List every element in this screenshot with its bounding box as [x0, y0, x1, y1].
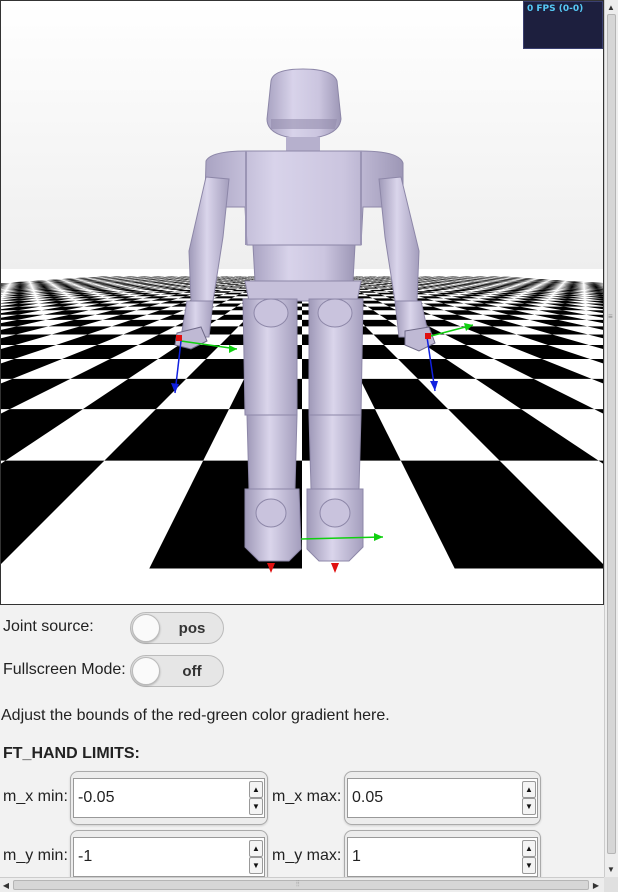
grip-icon: ≡: [608, 312, 613, 321]
horizontal-scrollbar[interactable]: ◀ ⦙⦙ ▶: [0, 877, 604, 892]
up-arrow-icon[interactable]: ▲: [522, 781, 536, 798]
down-arrow-icon[interactable]: ▼: [249, 798, 263, 815]
fullscreen-mode-label: Fullscreen Mode:: [3, 661, 126, 678]
mx-max-stepper: ▲ ▼: [522, 781, 536, 815]
mx-max-spinbox: ▲ ▼: [344, 771, 541, 825]
joint-source-value: pos: [178, 619, 206, 637]
my-min-stepper: ▲ ▼: [249, 840, 263, 874]
right-arrow-icon[interactable]: ▶: [590, 879, 602, 891]
mx-min-label: m_x min:: [3, 788, 68, 805]
up-arrow-icon[interactable]: ▲: [249, 840, 263, 857]
up-arrow-icon[interactable]: ▲: [249, 781, 263, 798]
my-max-label: m_y max:: [272, 847, 342, 864]
toggle-knob: [132, 657, 160, 685]
grip-icon: ⦙⦙: [296, 879, 300, 888]
ft-hand-limits-title: FT_HAND LIMITS:: [3, 745, 140, 762]
down-arrow-icon[interactable]: ▼: [605, 863, 617, 875]
vertical-scrollbar[interactable]: ▲ ≡ ▼: [604, 0, 618, 877]
mx-max-label: m_x max:: [272, 788, 342, 805]
fullscreen-mode-toggle[interactable]: off: [130, 655, 224, 687]
mx-max-input[interactable]: [352, 779, 519, 817]
fullscreen-mode-value: off: [182, 662, 202, 680]
down-arrow-icon[interactable]: ▼: [249, 857, 263, 874]
left-arrow-icon[interactable]: ◀: [0, 879, 12, 891]
mx-min-stepper: ▲ ▼: [249, 781, 263, 815]
fps-readout: 0 FPS (0-0): [527, 4, 584, 14]
down-arrow-icon[interactable]: ▼: [522, 857, 536, 874]
my-max-input[interactable]: [352, 838, 519, 876]
horizontal-scroll-thumb[interactable]: [13, 880, 589, 890]
my-min-spinbox: ▲ ▼: [70, 830, 268, 884]
vertical-scroll-thumb[interactable]: [607, 14, 616, 854]
robot-scene: [1, 1, 603, 604]
joint-source-toggle[interactable]: pos: [130, 612, 224, 644]
my-min-input[interactable]: [78, 838, 246, 876]
up-arrow-icon[interactable]: ▲: [605, 1, 617, 13]
my-max-spinbox: ▲ ▼: [344, 830, 541, 884]
joint-source-label: Joint source:: [3, 618, 94, 635]
toggle-knob: [132, 614, 160, 642]
scrollbar-corner: [604, 877, 618, 892]
fps-stats-panel[interactable]: 0 FPS (0-0): [523, 1, 603, 49]
mx-min-input[interactable]: [78, 779, 246, 817]
gradient-instructions: Adjust the bounds of the red-green color…: [1, 707, 390, 724]
checkerboard-floor: [1, 269, 603, 604]
robot-3d-viewport[interactable]: 0 FPS (0-0): [0, 0, 604, 605]
down-arrow-icon[interactable]: ▼: [522, 798, 536, 815]
mx-min-spinbox: ▲ ▼: [70, 771, 268, 825]
my-max-stepper: ▲ ▼: [522, 840, 536, 874]
my-min-label: m_y min:: [3, 847, 68, 864]
up-arrow-icon[interactable]: ▲: [522, 840, 536, 857]
